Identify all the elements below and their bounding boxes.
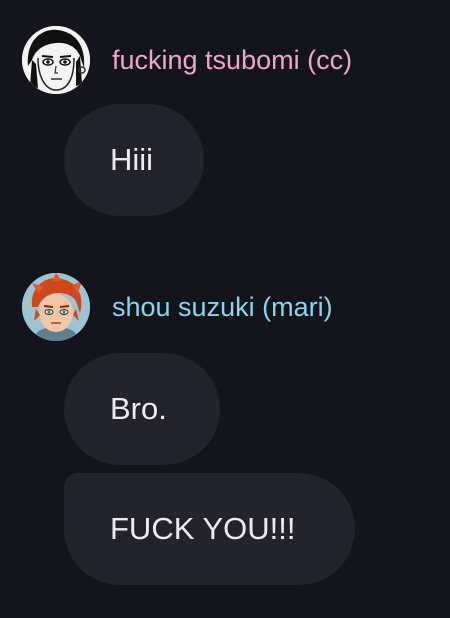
message-bubble[interactable]: FUCK YOU!!!	[64, 473, 355, 585]
message-bubble[interactable]: Bro.	[64, 353, 220, 465]
message-bubble[interactable]: Hiii	[64, 104, 204, 216]
username-tsubomi[interactable]: fucking tsubomi (cc)	[112, 43, 352, 77]
shou-avatar[interactable]	[22, 273, 90, 341]
chat-window: fucking tsubomi (cc) Hiii shou suzuki (m…	[0, 0, 450, 618]
tsubomi-avatar[interactable]	[22, 26, 90, 94]
username-shou[interactable]: shou suzuki (mari)	[112, 290, 333, 324]
